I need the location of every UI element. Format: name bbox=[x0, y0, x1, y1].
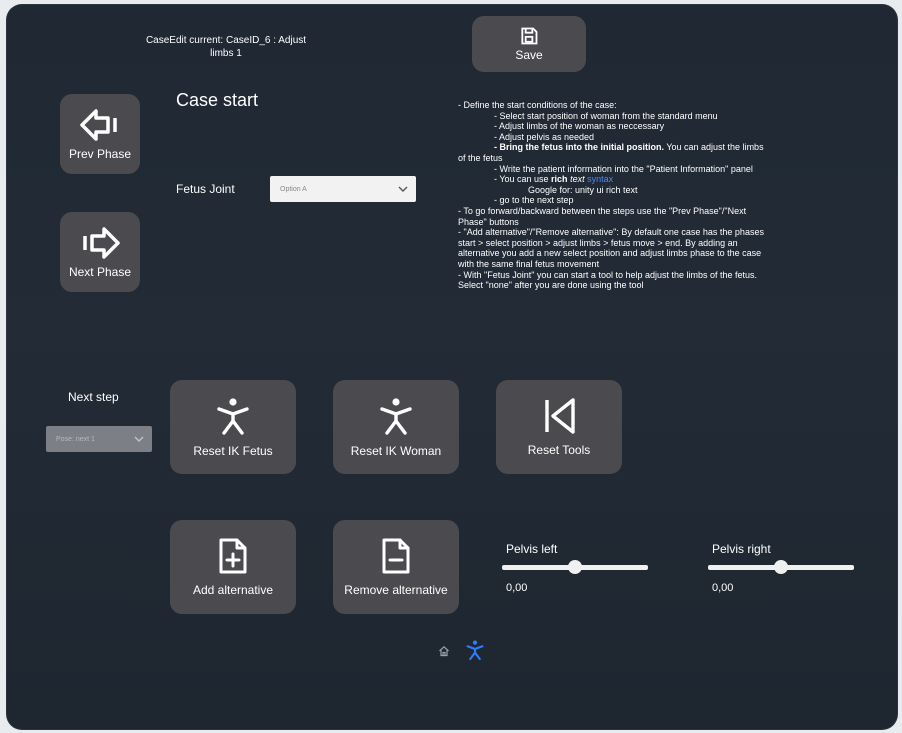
instr-line: - You can use rich text syntax bbox=[458, 174, 898, 185]
reset-ik-woman-button[interactable]: Reset IK Woman bbox=[333, 380, 459, 474]
instr-line: of the fetus bbox=[458, 152, 503, 163]
reset-tools-button[interactable]: Reset Tools bbox=[496, 380, 622, 474]
file-minus-icon bbox=[382, 538, 410, 574]
instr-line: start > select position > adjust limbs >… bbox=[458, 237, 738, 248]
fetus-joint-dropdown[interactable]: Option A bbox=[270, 176, 416, 202]
file-plus-icon bbox=[219, 538, 247, 574]
skip-back-icon bbox=[545, 398, 575, 434]
instr-line: - Define the start conditions of the cas… bbox=[458, 100, 617, 110]
arrow-left-icon bbox=[80, 109, 117, 141]
case-edit-line1: CaseEdit current: CaseID_6 : Adjust bbox=[145, 35, 307, 46]
instr-line: - Write the patient information into the… bbox=[494, 163, 753, 174]
person-icon[interactable] bbox=[466, 639, 484, 661]
reset-ik-fetus-button[interactable]: Reset IK Fetus bbox=[170, 380, 296, 474]
save-icon bbox=[521, 27, 538, 45]
instructions-text: - Define the start conditions of the cas… bbox=[458, 100, 898, 291]
instr-line: - Adjust limbs of the woman as neccessar… bbox=[494, 121, 665, 132]
person-icon bbox=[380, 398, 412, 435]
pelvis-left-slider[interactable] bbox=[502, 560, 648, 574]
page-title: Case start bbox=[176, 90, 259, 110]
instr-bold: rich bbox=[551, 174, 568, 185]
instr-line: Phase" buttons bbox=[458, 216, 519, 227]
instr-line: - Adjust pelvis as needed bbox=[494, 131, 595, 142]
instr-line: - Select start position of woman from th… bbox=[494, 110, 718, 121]
instr-italic: text bbox=[567, 174, 585, 185]
pelvis-right-slider[interactable] bbox=[708, 560, 854, 574]
syntax-link[interactable]: syntax bbox=[585, 174, 613, 184]
fetus-joint-label: Fetus Joint bbox=[176, 182, 235, 196]
arrow-right-icon bbox=[83, 227, 120, 259]
prev-phase-label: Prev Phase bbox=[68, 147, 132, 161]
next-phase-button[interactable]: Next Phase bbox=[60, 212, 140, 292]
instr-line: - With "Fetus Joint" you can start a too… bbox=[458, 269, 758, 280]
next-step-selected: Pose: next 1 bbox=[56, 435, 95, 443]
instr-line: Select "none" after you are done using t… bbox=[458, 280, 644, 291]
chevron-down-icon bbox=[398, 186, 408, 192]
home-icon[interactable] bbox=[438, 645, 450, 657]
add-alternative-button[interactable]: Add alternative bbox=[170, 520, 296, 614]
instr-line: Google for: unity ui rich text bbox=[528, 184, 638, 195]
remove-alternative-label: Remove alternative bbox=[344, 583, 448, 597]
case-edit-line2: limbs 1 bbox=[210, 48, 242, 59]
pelvis-left-label: Pelvis left bbox=[506, 542, 558, 556]
save-label: Save bbox=[515, 48, 543, 62]
reset-tools-label: Reset Tools bbox=[527, 443, 591, 457]
instr-text: - You can use bbox=[494, 174, 552, 185]
chevron-down-icon bbox=[134, 436, 144, 442]
instr-line: - Bring the fetus into the initial posit… bbox=[458, 142, 898, 153]
instr-bold: - Bring the fetus into the initial posit… bbox=[494, 142, 664, 153]
instr-line: with the same final fetus movement bbox=[458, 258, 600, 269]
case-edit-header: CaseEdit current: CaseID_6 : Adjust limb… bbox=[116, 34, 336, 60]
case-edit-panel: CaseEdit current: CaseID_6 : Adjust limb… bbox=[6, 4, 898, 730]
reset-ik-fetus-label: Reset IK Fetus bbox=[193, 444, 273, 458]
person-icon bbox=[217, 398, 249, 435]
instr-line: - To go forward/backward between the ste… bbox=[458, 205, 747, 216]
instr-text: You can adjust the limbs bbox=[664, 142, 764, 153]
next-step-dropdown[interactable]: Pose: next 1 bbox=[46, 426, 152, 452]
reset-ik-woman-label: Reset IK Woman bbox=[350, 444, 442, 458]
fetus-joint-selected: Option A bbox=[280, 185, 307, 193]
prev-phase-button[interactable]: Prev Phase bbox=[60, 94, 140, 174]
save-button[interactable]: Save bbox=[472, 16, 586, 72]
instr-line: - "Add alternative"/"Remove alternative"… bbox=[458, 227, 764, 238]
pelvis-right-label: Pelvis right bbox=[712, 542, 771, 556]
add-alternative-label: Add alternative bbox=[192, 583, 274, 597]
next-phase-label: Next Phase bbox=[68, 265, 132, 279]
pelvis-right-knob[interactable] bbox=[774, 560, 788, 574]
next-step-label: Next step bbox=[68, 390, 119, 404]
pelvis-left-value: 0,00 bbox=[506, 582, 528, 594]
pelvis-left-knob[interactable] bbox=[568, 560, 582, 574]
remove-alternative-button[interactable]: Remove alternative bbox=[333, 520, 459, 614]
instr-line: alternative you add a new select positio… bbox=[458, 248, 762, 259]
instr-line: - go to the next step bbox=[494, 195, 574, 206]
pelvis-right-value: 0,00 bbox=[712, 582, 734, 594]
